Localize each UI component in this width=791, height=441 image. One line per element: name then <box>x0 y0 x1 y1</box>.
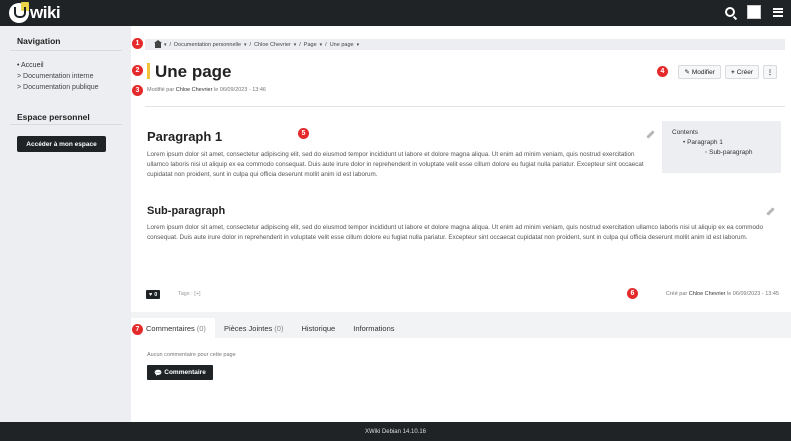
xwiki-logo-icon <box>9 2 29 23</box>
breadcrumb-item[interactable]: Chloe Chevrier <box>254 42 291 48</box>
navigation-title: Navigation <box>17 36 61 46</box>
page-title: Une page <box>155 62 232 81</box>
sub-paragraph-text: Lorem ipsum dolor sit amet, consectetur … <box>147 224 764 241</box>
annotation-badge: 4 <box>657 66 668 77</box>
breadcrumb-item[interactable]: Page <box>304 42 317 48</box>
tab-history[interactable]: Historique <box>292 318 344 338</box>
caret-down-icon[interactable]: ▾ <box>164 42 167 48</box>
toc-link-sub-paragraph[interactable]: ◦ Sub-paragraph <box>672 148 781 158</box>
created-info: Créé par Chloe Chevrier le 06/09/2023 - … <box>665 291 779 297</box>
edit-section-icon[interactable] <box>766 207 775 216</box>
comment-icon: 💬 <box>154 369 163 377</box>
tab-comments[interactable]: Commentaires (0) <box>131 318 215 338</box>
caret-down-icon[interactable]: ▾ <box>244 42 247 48</box>
more-actions-button[interactable]: ⋮ <box>763 65 777 79</box>
logo-text: wiki <box>30 3 61 22</box>
caret-down-icon[interactable]: ▾ <box>294 42 297 48</box>
hamburger-menu-icon[interactable] <box>773 7 783 17</box>
nav-item-accueil[interactable]: • Accueil <box>17 60 99 71</box>
like-button[interactable]: ♥ 0 <box>146 290 161 299</box>
annotation-badge: 6 <box>627 288 638 299</box>
create-button[interactable]: + Créer <box>724 65 759 79</box>
pencil-icon: ✎ <box>684 69 690 76</box>
toc-link-paragraph-1[interactable]: • Paragraph 1 <box>672 138 781 148</box>
breadcrumb-current: Une page <box>329 41 354 48</box>
main-content: ▾ / Documentation personnelle ▾ / Chloe … <box>131 26 791 422</box>
breadcrumb-item[interactable]: Documentation personnelle <box>174 42 241 48</box>
no-comment-text: Aucun commentaire pour cette page <box>147 352 236 358</box>
annotation-badge: 1 <box>132 38 143 49</box>
modified-info: Modifié par Chloe Chevrier le 06/09/2023… <box>147 87 266 93</box>
annotation-badge: 2 <box>132 65 143 76</box>
footer: XWiki Debian 14.10.16 <box>0 422 791 441</box>
divider <box>10 124 122 125</box>
plus-icon: + <box>730 68 735 76</box>
toc-title: Contents <box>672 129 699 136</box>
caret-down-icon[interactable]: ▾ <box>357 42 360 48</box>
heart-icon: ♥ <box>149 291 153 298</box>
xwiki-logo[interactable]: wiki <box>9 2 61 23</box>
modified-author-link[interactable]: Chloe Chevrier <box>176 87 213 93</box>
tab-attachments[interactable]: Pièces Jointes (0) <box>215 318 293 338</box>
tags[interactable]: Tags : [+] <box>178 291 200 297</box>
title-accent-bar <box>147 63 150 79</box>
edit-section-icon[interactable] <box>646 130 655 139</box>
nav-item-documentation-publique[interactable]: > Documentation publique <box>17 82 99 93</box>
top-bar: wiki <box>0 0 791 26</box>
edit-button[interactable]: ✎ Modifier <box>678 65 721 79</box>
divider <box>10 50 122 51</box>
navigation-tree: • Accueil > Documentation interne > Docu… <box>17 60 99 93</box>
table-of-contents: Contents • Paragraph 1 ◦ Sub-paragraph <box>662 121 781 173</box>
nav-item-documentation-interne[interactable]: > Documentation interne <box>17 71 99 82</box>
comments-panel: Aucun commentaire pour cette page 💬 Comm… <box>131 338 791 397</box>
docextra-tabs: Commentaires (0) Pièces Jointes (0) Histor… <box>131 318 404 338</box>
annotation-badge: 3 <box>132 85 143 96</box>
user-avatar[interactable] <box>747 5 761 19</box>
search-icon[interactable] <box>725 7 735 17</box>
caret-down-icon[interactable]: ▾ <box>320 42 323 48</box>
annotation-badge: 7 <box>132 324 143 335</box>
home-icon[interactable] <box>154 39 162 48</box>
page-actions: ✎ Modifier + Créer ⋮ <box>678 65 777 79</box>
add-comment-button[interactable]: 💬 Commentaire <box>147 365 213 380</box>
paragraph-1-text: Lorem ipsum dolor sit amet, consectetur … <box>147 151 644 178</box>
left-sidebar: Navigation • Accueil > Documentation int… <box>0 26 130 422</box>
tab-information[interactable]: Informations <box>344 318 403 338</box>
heading-paragraph-1: Paragraph 1 <box>147 129 223 144</box>
heading-sub-paragraph: Sub-paragraph <box>147 205 226 217</box>
annotation-badge: 5 <box>298 128 309 139</box>
personal-space-title: Espace personnel <box>17 112 90 122</box>
divider <box>145 106 785 107</box>
access-my-space-button[interactable]: Accéder à mon espace <box>17 136 106 152</box>
created-author-link[interactable]: Chloe Chevrier <box>689 291 726 297</box>
breadcrumb: ▾ / Documentation personnelle ▾ / Chloe … <box>145 39 785 50</box>
